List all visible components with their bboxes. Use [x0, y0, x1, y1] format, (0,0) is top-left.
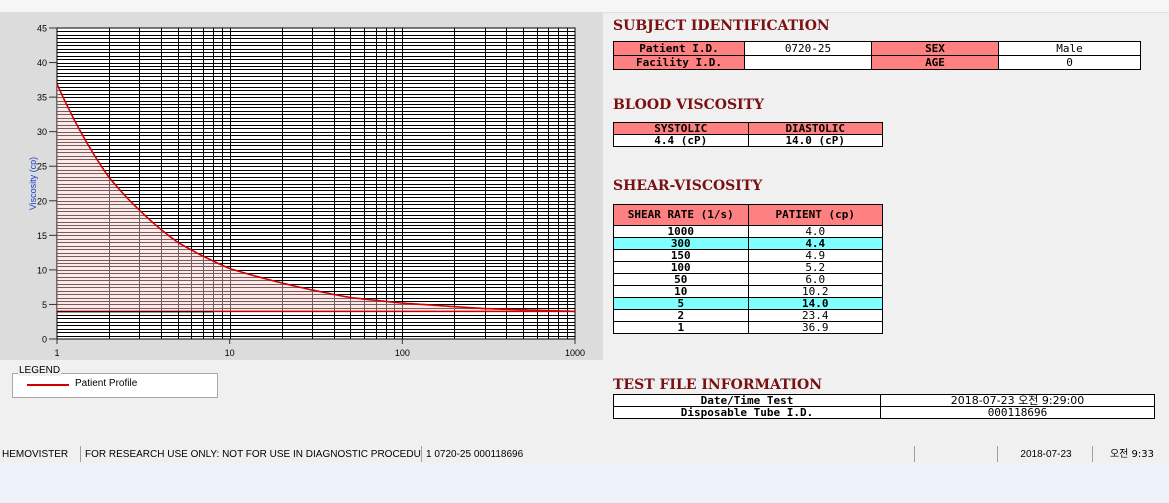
x-tick-label: 10	[225, 348, 235, 358]
patient-id-label: Patient I.D.	[613, 41, 745, 56]
x-axis-label: Shear Rate (1/s)	[283, 359, 349, 360]
datetime-label: Date/Time Test	[613, 394, 881, 407]
patient-cp-cell: 6.0	[747, 273, 883, 286]
status-notice: FOR RESEARCH USE ONLY: NOT FOR USE IN DI…	[80, 446, 421, 462]
x-tick-label: 100	[395, 348, 410, 358]
shear-row: 1000 4.0	[613, 225, 883, 238]
shear-row: 1 36.9	[613, 321, 883, 334]
patient-id-value: 0720-25	[744, 41, 872, 56]
patient-cp-cell: 4.0	[747, 225, 883, 238]
status-date: 2018-07-23	[997, 446, 1090, 462]
shear-row: 50 6.0	[613, 273, 883, 286]
y-tick-label: 10	[37, 265, 47, 275]
y-tick-label: 15	[37, 231, 47, 241]
shear-row: 10 10.2	[613, 285, 883, 298]
tube-id-value: 000118696	[880, 406, 1155, 419]
status-blank	[914, 446, 995, 462]
shear-rate-cell: 10	[613, 285, 749, 298]
patient-cp-cell: 10.2	[747, 285, 883, 298]
patient-cp-header: PATIENT (cp)	[747, 204, 883, 226]
facility-id-value	[744, 55, 872, 70]
blood-viscosity-title: BLOOD VISCOSITY	[613, 97, 765, 113]
systolic-value: 4.4 (cP)	[613, 134, 749, 147]
shear-rate-cell: 1000	[613, 225, 749, 238]
age-value: 0	[998, 55, 1141, 70]
x-tick-label: 1	[54, 348, 59, 358]
shear-row: 2 23.4	[613, 309, 883, 322]
shear-rate-cell: 150	[613, 249, 749, 262]
shear-rate-cell: 300	[613, 237, 749, 250]
status-bar: HEMOVISTER FOR RESEARCH USE ONLY: NOT FO…	[0, 446, 1169, 463]
test-file-title: TEST FILE INFORMATION	[613, 377, 823, 393]
y-tick-label: 40	[37, 58, 47, 68]
diastolic-value: 14.0 (cP)	[747, 134, 883, 147]
subject-title: SUBJECT IDENTIFICATION	[613, 18, 830, 34]
shear-rate-cell: 5	[613, 297, 749, 310]
shear-row: 300 4.4	[613, 237, 883, 250]
viscosity-chart: 0 5 10 15 20 25 30 35 40 45 1 10 100 1000 Shear Rate (…	[0, 12, 603, 360]
status-file: 1 0720-25 000118696	[421, 446, 914, 462]
test-file-table: Date/Time Test 2018-07-23 오전 9:29:00 Dis…	[613, 394, 1155, 419]
chart-svg: 0 5 10 15 20 25 30 35 40 45 1 10 100 1000 Shear Rate (…	[28, 24, 585, 361]
shear-rate-cell: 50	[613, 273, 749, 286]
age-label: AGE	[871, 55, 999, 70]
shear-viscosity-table: SHEAR RATE (1/s) PATIENT (cp) 1000 4.0 300…	[613, 204, 883, 334]
systolic-label: SYSTOLIC	[613, 122, 749, 135]
datetime-value: 2018-07-23 오전 9:29:00	[880, 394, 1155, 407]
sex-label: SEX	[871, 41, 999, 56]
shear-row: 5 14.0	[613, 297, 883, 310]
patient-cp-cell: 4.9	[747, 249, 883, 262]
main-panel: 0510152025303540451101001000Shear Rate (…	[0, 0, 1169, 463]
diastolic-label: DIASTOLIC	[747, 122, 883, 135]
y-tick-label: 45	[37, 24, 47, 34]
y-tick-label: 5	[42, 300, 47, 310]
patient-cp-cell: 14.0	[747, 297, 883, 310]
patient-cp-cell: 36.9	[747, 321, 883, 334]
x-tick-label: 1000	[565, 348, 585, 358]
shear-rate-cell: 2	[613, 309, 749, 322]
shear-viscosity-title: SHEAR-VISCOSITY	[613, 178, 763, 194]
y-tick-label: 20	[37, 196, 47, 206]
y-tick-label: 0	[42, 335, 47, 345]
shear-row: 150 4.9	[613, 249, 883, 262]
shear-rate-cell: 100	[613, 261, 749, 274]
shear-rate-header: SHEAR RATE (1/s)	[613, 204, 749, 226]
status-app: HEMOVISTER	[2, 449, 69, 460]
legend: Patient Profile	[12, 373, 218, 398]
sex-value: Male	[998, 41, 1141, 56]
shear-row: 100 5.2	[613, 261, 883, 274]
y-axis-label: Viscosity (cp)	[28, 157, 38, 210]
patient-cp-cell: 5.2	[747, 261, 883, 274]
shear-rate-cell: 1	[613, 321, 749, 334]
legend-label-patient: Patient Profile	[75, 378, 138, 389]
blood-viscosity-table: SYSTOLIC DIASTOLIC 4.4 (cP) 14.0 (cP)	[613, 122, 883, 147]
status-time: 오전 9:33	[1092, 446, 1167, 462]
legend-swatch-patient	[27, 384, 69, 386]
y-tick-label: 35	[37, 93, 47, 103]
y-tick-label: 25	[37, 162, 47, 172]
legend-title: LEGEND	[18, 365, 62, 376]
y-tick-label: 30	[37, 127, 47, 137]
tube-id-label: Disposable Tube I.D.	[613, 406, 881, 419]
facility-id-label: Facility I.D.	[613, 55, 745, 70]
patient-cp-cell: 4.4	[747, 237, 883, 250]
subject-table: Patient I.D. 0720-25 SEX Male Facility I…	[613, 41, 1141, 70]
patient-cp-cell: 23.4	[747, 309, 883, 322]
